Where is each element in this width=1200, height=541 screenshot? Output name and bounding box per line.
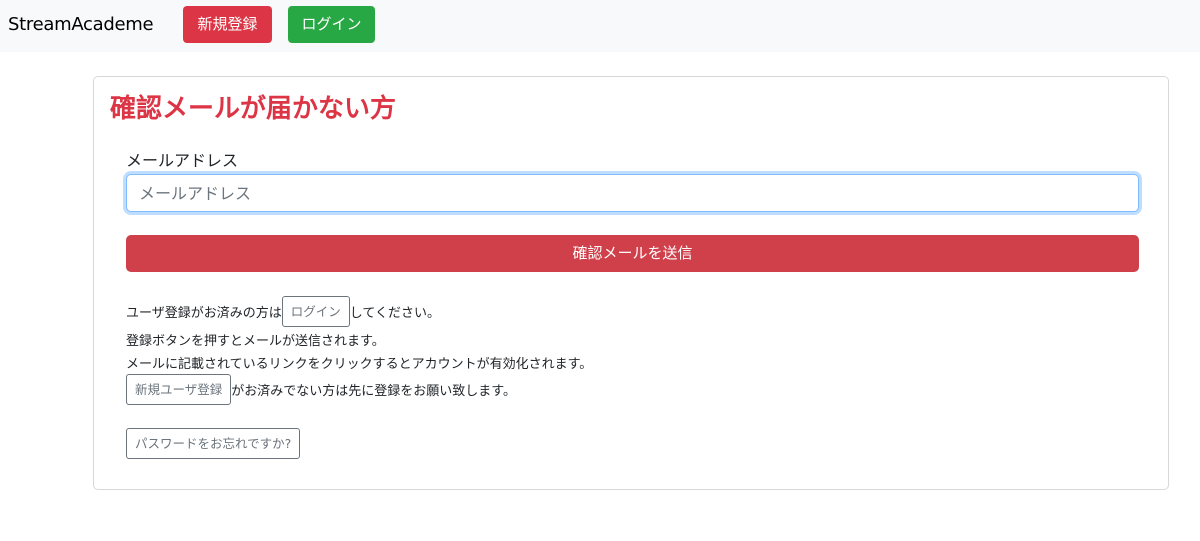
navbar: StreamAcademe 新規登録 ログイン [0,0,1200,52]
info-line-email-sent: 登録ボタンを押すとメールが送信されます。 [126,329,385,349]
forgot-password-button[interactable]: パスワードをお忘れですか? [126,428,301,459]
send-confirmation-button[interactable]: 確認メールを送信 [126,235,1139,272]
login-button[interactable]: ログイン [288,6,375,43]
email-field[interactable] [126,174,1139,212]
inline-register-button[interactable]: 新規ユーザ登録 [126,373,232,405]
info-text: 登録ボタンを押すとメールが送信されます。 [126,333,385,349]
resend-confirmation-card: 確認メールが届かない方 メールアドレス 確認メールを送信 ユーザ登録がお済みの方… [93,76,1169,490]
info-text: ユーザ登録がお済みの方は [126,305,282,321]
info-line-register: 新規ユーザ登録 がお済みでない方は先に登録をお願い致します。 [126,373,516,405]
page-title: 確認メールが届かない方 [110,94,397,124]
info-line-activation: メールに記載されているリンクをクリックするとアカウントが有効化されます。 [126,352,592,372]
info-text: メールに記載されているリンクをクリックするとアカウントが有効化されます。 [126,356,593,372]
info-text: してください。 [349,305,440,321]
register-button[interactable]: 新規登録 [183,6,272,43]
info-line-login: ユーザ登録がお済みの方は ログイン してください。 [126,295,440,327]
brand-link[interactable]: StreamAcademe [8,13,154,37]
info-text: がお済みでない方は先に登録をお願い致します。 [231,383,516,399]
email-label: メールアドレス [126,151,239,170]
inline-login-button[interactable]: ログイン [281,295,350,327]
